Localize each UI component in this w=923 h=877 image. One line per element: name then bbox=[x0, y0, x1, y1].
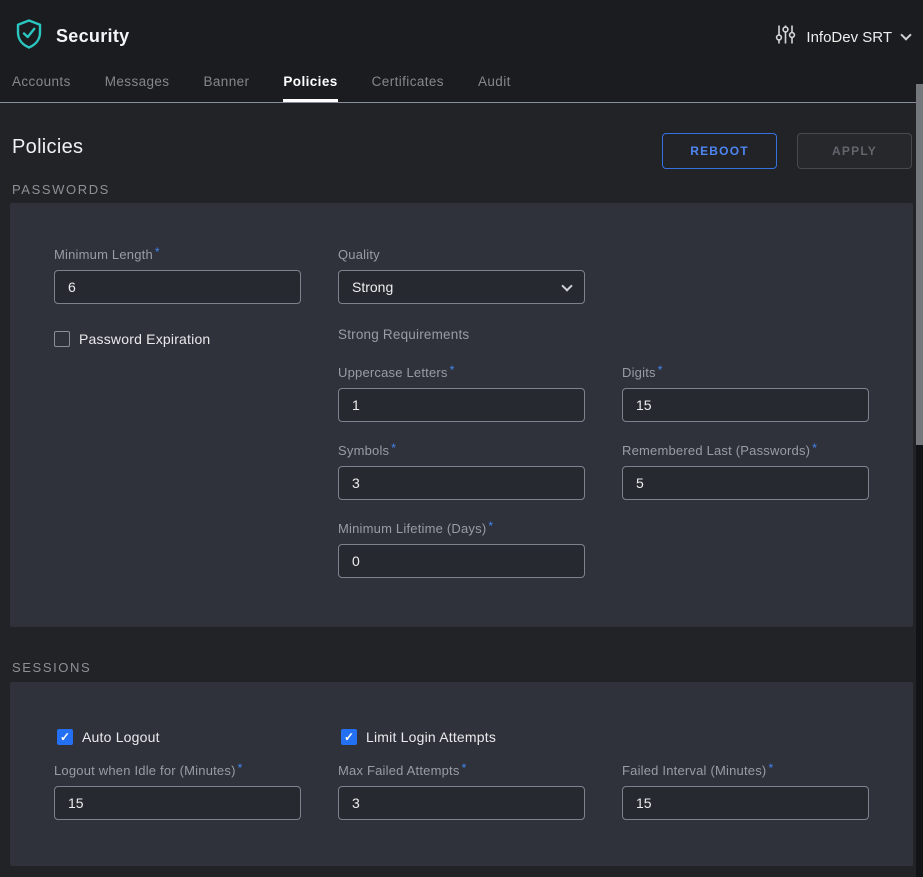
uppercase-letters-label: Uppercase Letters* bbox=[338, 365, 585, 380]
field-remembered-last: Remembered Last (Passwords)* bbox=[622, 443, 869, 500]
tab-accounts[interactable]: Accounts bbox=[12, 61, 71, 102]
password-expiration-checkbox[interactable] bbox=[54, 331, 70, 347]
limit-login-attempts-checkbox[interactable] bbox=[341, 729, 357, 745]
required-marker: * bbox=[812, 441, 817, 455]
limit-login-attempts-label: Limit Login Attempts bbox=[366, 729, 496, 745]
required-marker: * bbox=[488, 519, 493, 533]
required-marker: * bbox=[238, 761, 243, 775]
uppercase-letters-input[interactable] bbox=[338, 388, 585, 422]
scrollbar-thumb[interactable] bbox=[916, 84, 923, 445]
sessions-panel: Auto Logout Limit Login Attempts Logout … bbox=[10, 682, 913, 866]
field-quality: Quality Strong bbox=[338, 247, 585, 304]
required-marker: * bbox=[450, 363, 455, 377]
auto-logout-row: Auto Logout bbox=[57, 729, 160, 745]
field-failed-interval: Failed Interval (Minutes)* bbox=[622, 763, 869, 820]
max-failed-attempts-input[interactable] bbox=[338, 786, 585, 820]
limit-login-attempts-row: Limit Login Attempts bbox=[341, 729, 496, 745]
device-name: InfoDev SRT bbox=[806, 29, 892, 46]
symbols-input[interactable] bbox=[338, 466, 585, 500]
tab-audit[interactable]: Audit bbox=[478, 61, 511, 102]
passwords-section-label: PASSWORDS bbox=[12, 182, 110, 197]
failed-interval-input[interactable] bbox=[622, 786, 869, 820]
tab-messages[interactable]: Messages bbox=[105, 61, 170, 102]
password-expiration-row: Password Expiration bbox=[54, 331, 210, 347]
required-marker: * bbox=[768, 761, 773, 775]
failed-interval-label: Failed Interval (Minutes)* bbox=[622, 763, 869, 778]
minimum-length-label: Minimum Length* bbox=[54, 247, 301, 262]
quality-select[interactable]: Strong bbox=[338, 270, 585, 304]
field-logout-idle: Logout when Idle for (Minutes)* bbox=[54, 763, 301, 820]
sliders-icon bbox=[775, 24, 796, 50]
required-marker: * bbox=[391, 441, 396, 455]
tab-policies[interactable]: Policies bbox=[283, 61, 337, 102]
shield-check-icon bbox=[14, 18, 44, 55]
quality-label: Quality bbox=[338, 247, 585, 262]
password-expiration-label: Password Expiration bbox=[79, 331, 210, 347]
auto-logout-label: Auto Logout bbox=[82, 729, 160, 745]
page-header-title: Security bbox=[56, 26, 129, 47]
minimum-lifetime-label: Minimum Lifetime (Days)* bbox=[338, 521, 585, 536]
chevron-down-icon bbox=[561, 280, 572, 291]
sessions-section-label: SESSIONS bbox=[12, 660, 91, 675]
digits-label: Digits* bbox=[622, 365, 869, 380]
chevron-down-icon bbox=[900, 29, 911, 40]
field-max-failed-attempts: Max Failed Attempts* bbox=[338, 763, 585, 820]
strong-requirements-label: Strong Requirements bbox=[338, 327, 469, 342]
minimum-lifetime-input[interactable] bbox=[338, 544, 585, 578]
required-marker: * bbox=[155, 245, 160, 259]
required-marker: * bbox=[658, 363, 663, 377]
field-minimum-length: Minimum Length* bbox=[54, 247, 301, 304]
tab-banner[interactable]: Banner bbox=[203, 61, 249, 102]
tab-certificates[interactable]: Certificates bbox=[372, 61, 444, 102]
minimum-length-input[interactable] bbox=[54, 270, 301, 304]
top-bar: Security InfoDev SRT Accounts Messages B… bbox=[0, 0, 923, 103]
max-failed-attempts-label: Max Failed Attempts* bbox=[338, 763, 585, 778]
app-header: Security bbox=[14, 18, 129, 55]
page-title: Policies bbox=[12, 136, 83, 159]
required-marker: * bbox=[462, 761, 467, 775]
passwords-panel: Minimum Length* Quality Strong Password … bbox=[10, 203, 913, 627]
quality-select-value: Strong bbox=[352, 279, 393, 295]
device-selector[interactable]: InfoDev SRT bbox=[775, 24, 910, 50]
remembered-last-input[interactable] bbox=[622, 466, 869, 500]
symbols-label: Symbols* bbox=[338, 443, 585, 458]
content-area: Policies REBOOT APPLY PASSWORDS Minimum … bbox=[0, 104, 923, 877]
field-minimum-lifetime: Minimum Lifetime (Days)* bbox=[338, 521, 585, 578]
field-symbols: Symbols* bbox=[338, 443, 585, 500]
field-uppercase-letters: Uppercase Letters* bbox=[338, 365, 585, 422]
apply-button[interactable]: APPLY bbox=[797, 133, 912, 169]
tab-bar: Accounts Messages Banner Policies Certif… bbox=[0, 61, 923, 102]
field-digits: Digits* bbox=[622, 365, 869, 422]
logout-idle-input[interactable] bbox=[54, 786, 301, 820]
remembered-last-label: Remembered Last (Passwords)* bbox=[622, 443, 869, 458]
logout-idle-label: Logout when Idle for (Minutes)* bbox=[54, 763, 301, 778]
digits-input[interactable] bbox=[622, 388, 869, 422]
auto-logout-checkbox[interactable] bbox=[57, 729, 73, 745]
reboot-button[interactable]: REBOOT bbox=[662, 133, 777, 169]
